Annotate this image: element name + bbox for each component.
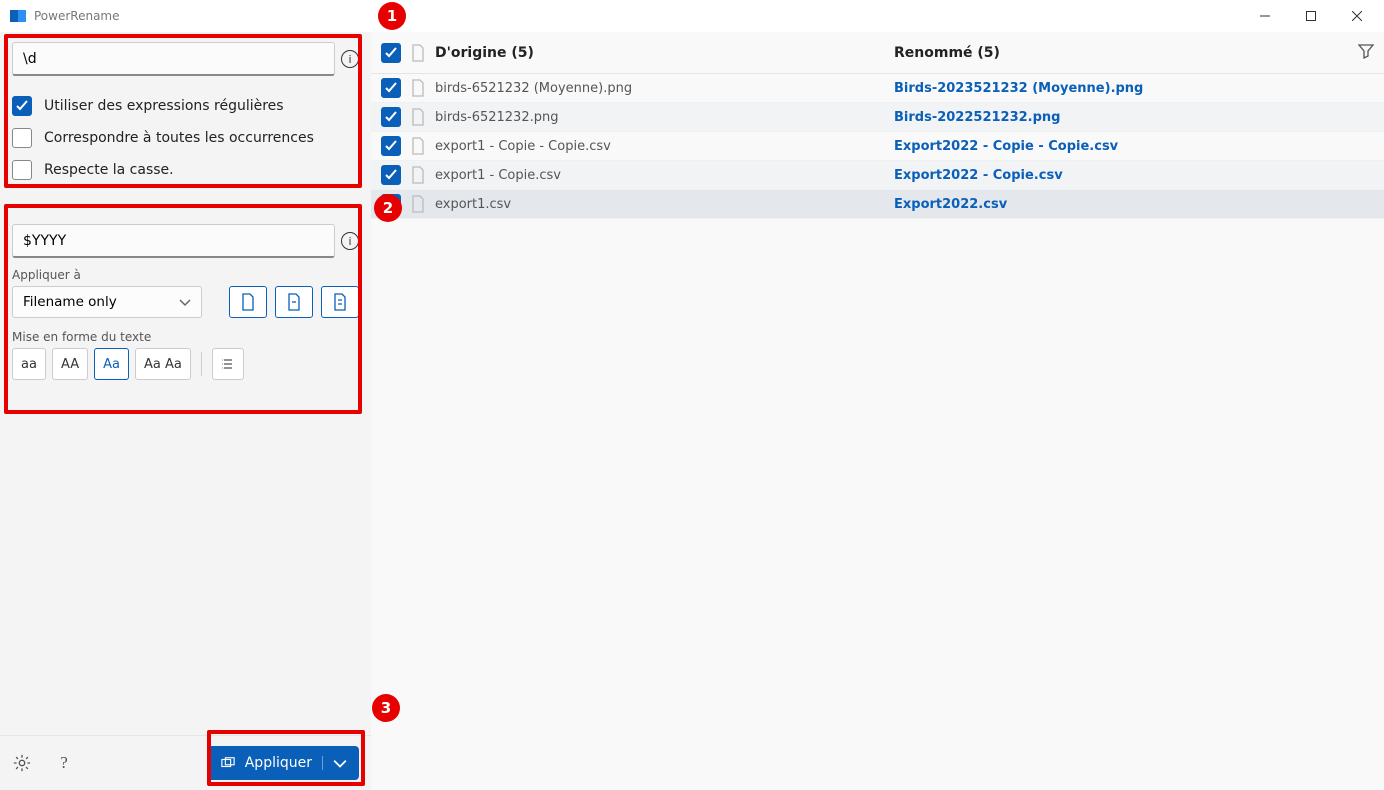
checkbox-all-occurrences[interactable]: Correspondre à toutes les occurrences [12, 122, 359, 154]
list-header: D'origine (5) Renommé (5) [371, 32, 1384, 74]
filter-icon[interactable] [1358, 43, 1374, 63]
app-title: PowerRename [34, 9, 120, 23]
window-minimize-button[interactable] [1242, 0, 1288, 32]
divider [201, 352, 202, 376]
info-icon[interactable]: i [341, 232, 359, 250]
format-lowercase-button[interactable]: aa [12, 348, 46, 380]
select-all-checkbox[interactable] [381, 43, 401, 63]
file-icon [411, 108, 425, 126]
renamed-name: Export2022 - Copie.csv [894, 168, 1374, 183]
row-checkbox[interactable] [381, 107, 401, 127]
file-icon [411, 195, 425, 213]
app-icon [10, 10, 26, 22]
checkbox-all-occurrences-label: Correspondre à toutes les occurrences [44, 130, 314, 146]
original-name: export1 - Copie.csv [435, 168, 561, 183]
original-name: export1 - Copie - Copie.csv [435, 139, 611, 154]
renamed-name: Birds-2022521232.png [894, 110, 1374, 125]
format-enumerate-button[interactable] [212, 348, 244, 380]
format-titlecase-button[interactable]: Aa [94, 348, 129, 380]
gear-icon[interactable] [12, 753, 32, 773]
help-icon[interactable]: ? [54, 753, 74, 773]
renamed-name: Birds-2023521232 (Moyenne).png [894, 81, 1374, 96]
check-icon [12, 96, 32, 116]
window-maximize-button[interactable] [1288, 0, 1334, 32]
apply-to-value: Filename only [23, 294, 117, 310]
table-row[interactable]: export1 - Copie - Copie.csv Export2022 -… [371, 132, 1384, 161]
apply-button[interactable]: Appliquer [207, 746, 359, 780]
apply-button-label: Appliquer [245, 755, 312, 771]
file-icon [411, 137, 425, 155]
apply-icon [221, 756, 235, 770]
checkbox-case-label: Respecte la casse. [44, 162, 174, 178]
apply-to-label: Appliquer à [0, 268, 371, 282]
text-format-label: Mise en forme du texte [0, 330, 371, 344]
window-close-button[interactable] [1334, 0, 1380, 32]
original-name: birds-6521232.png [435, 110, 558, 125]
replace-input[interactable] [12, 224, 335, 258]
apply-to-select[interactable]: Filename only [12, 286, 202, 318]
checkbox-case[interactable]: Respecte la casse. [12, 154, 359, 186]
checkbox-regex[interactable]: Utiliser des expressions régulières [12, 90, 359, 122]
row-checkbox[interactable] [381, 194, 401, 214]
info-icon[interactable]: i [341, 50, 359, 68]
file-icon [411, 79, 425, 97]
original-name: export1.csv [435, 197, 511, 212]
chevron-down-icon [179, 296, 191, 308]
renamed-name: Export2022.csv [894, 197, 1374, 212]
chevron-down-icon [333, 756, 347, 770]
file-icon [411, 44, 425, 62]
row-checkbox[interactable] [381, 165, 401, 185]
table-row[interactable]: birds-6521232.png Birds-2022521232.png [371, 103, 1384, 132]
column-renamed-header: Renommé (5) [894, 45, 1000, 61]
row-checkbox[interactable] [381, 136, 401, 156]
file-list-panel: D'origine (5) Renommé (5) birds-6521232 … [371, 32, 1384, 790]
checkbox-icon [12, 128, 32, 148]
original-name: birds-6521232 (Moyenne).png [435, 81, 632, 96]
table-row[interactable]: export1 - Copie.csv Export2022 - Copie.c… [371, 161, 1384, 190]
sidebar: i Utiliser des expressions régulières Co… [0, 32, 371, 790]
apply-dropdown[interactable] [322, 756, 347, 770]
include-folders-button[interactable] [275, 286, 313, 318]
checkbox-icon [12, 160, 32, 180]
format-capitalize-button[interactable]: Aa Aa [135, 348, 191, 380]
table-row[interactable]: export1.csv Export2022.csv [371, 190, 1384, 219]
row-checkbox[interactable] [381, 78, 401, 98]
search-input[interactable] [12, 42, 335, 76]
file-icon [411, 166, 425, 184]
include-files-button[interactable] [229, 286, 267, 318]
column-original-header: D'origine (5) [435, 45, 534, 61]
renamed-name: Export2022 - Copie - Copie.csv [894, 139, 1374, 154]
format-uppercase-button[interactable]: AA [52, 348, 88, 380]
checkbox-regex-label: Utiliser des expressions régulières [44, 98, 284, 114]
table-row[interactable]: birds-6521232 (Moyenne).png Birds-202352… [371, 74, 1384, 103]
titlebar: PowerRename [0, 0, 1384, 32]
include-subfolders-button[interactable] [321, 286, 359, 318]
